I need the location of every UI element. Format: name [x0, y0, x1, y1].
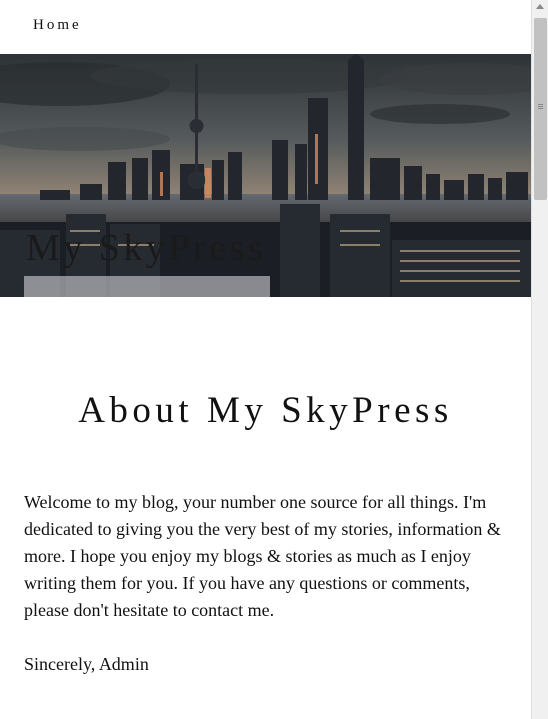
- grip-lines-icon: [538, 106, 543, 107]
- site-title-backdrop: [24, 276, 270, 297]
- site-title[interactable]: My SkyPress: [24, 222, 266, 275]
- top-nav: Home: [0, 0, 531, 54]
- page: Home My SkyPress About My SkyPress Welco…: [0, 0, 531, 719]
- scroll-thumb[interactable]: [534, 18, 547, 200]
- nav-home-link[interactable]: Home: [33, 17, 82, 34]
- about-heading: About My SkyPress: [78, 390, 453, 431]
- signoff-text: Sincerely, Admin: [24, 654, 149, 674]
- triangle-up-icon[interactable]: [536, 4, 544, 9]
- vertical-scrollbar[interactable]: [531, 0, 548, 719]
- grip-lines-icon: [538, 108, 543, 109]
- about-paragraph: Welcome to my blog, your number one sour…: [24, 492, 501, 620]
- grip-lines-icon: [538, 104, 543, 105]
